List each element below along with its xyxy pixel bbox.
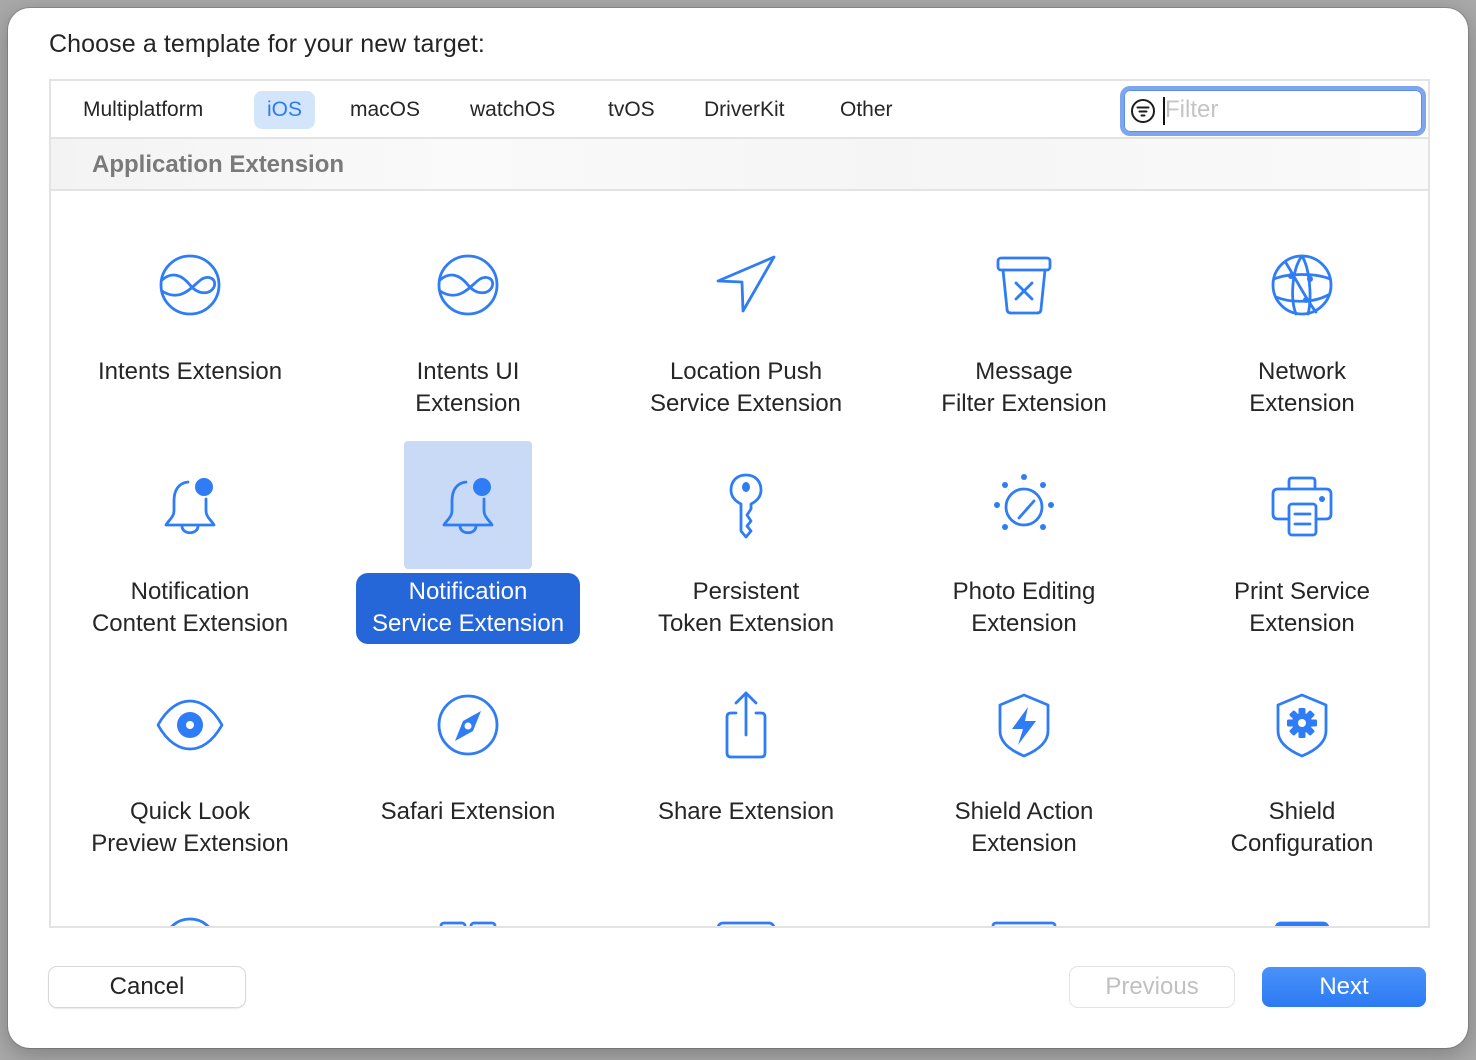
template-label: Notification Content Extension bbox=[91, 578, 289, 637]
template-print-service-extension[interactable]: Print Service Extension bbox=[1163, 441, 1428, 661]
template-label: Print Service Extension bbox=[1233, 578, 1371, 637]
template-label: Message Filter Extension bbox=[941, 358, 1107, 417]
shield-bolt-icon bbox=[998, 693, 1050, 758]
template-intents-ui-extension[interactable]: Intents UI Extension bbox=[329, 221, 607, 441]
template-label: Photo Editing Extension bbox=[952, 578, 1096, 637]
filter-input[interactable] bbox=[1165, 93, 1405, 127]
compass-icon bbox=[437, 694, 499, 756]
template-chooser-dialog: Choose a template for your new target: M… bbox=[8, 8, 1468, 1048]
template-partial-4[interactable] bbox=[885, 881, 1163, 926]
template-label: Persistent Token Extension bbox=[657, 578, 835, 637]
tab-macos[interactable]: macOS bbox=[337, 91, 433, 129]
template-notification-service-extension[interactable]: Notification Service Extension bbox=[329, 441, 607, 661]
previous-button[interactable]: Previous bbox=[1070, 967, 1234, 1007]
tab-watchos[interactable]: watchOS bbox=[457, 91, 568, 129]
message-filter-icon bbox=[996, 256, 1052, 315]
template-partial-5[interactable] bbox=[1163, 881, 1428, 926]
section-title: Application Extension bbox=[92, 151, 345, 178]
partial-template-icon-2 bbox=[439, 921, 497, 926]
share-icon bbox=[725, 691, 767, 759]
tab-other[interactable]: Other bbox=[827, 91, 906, 129]
platform-tab-bar: Multiplatform iOS macOS watchOS tvOS Dri… bbox=[51, 81, 1428, 139]
filter-field[interactable] bbox=[1120, 86, 1426, 136]
filter-circle-icon bbox=[1131, 99, 1155, 123]
template-label: Safari Extension bbox=[380, 798, 556, 825]
cancel-button[interactable]: Cancel bbox=[49, 967, 245, 1007]
template-photo-editing-extension[interactable]: Photo Editing Extension bbox=[885, 441, 1163, 661]
shield-gear-icon bbox=[1276, 693, 1328, 758]
network-globe-icon bbox=[1271, 254, 1333, 316]
template-location-push-service-extension[interactable]: Location Push Service Extension bbox=[607, 221, 885, 441]
notification-bell-icon bbox=[164, 478, 216, 535]
template-intents-extension[interactable]: Intents Extension bbox=[51, 221, 329, 441]
template-partial-2[interactable] bbox=[329, 881, 607, 926]
template-notification-content-extension[interactable]: Notification Content Extension bbox=[51, 441, 329, 661]
template-label: Intents UI Extension bbox=[415, 358, 521, 417]
template-persistent-token-extension[interactable]: Persistent Token Extension bbox=[607, 441, 885, 661]
key-icon bbox=[729, 473, 763, 539]
template-shield-action-extension[interactable]: Shield Action Extension bbox=[885, 661, 1163, 881]
template-share-extension[interactable]: Share Extension bbox=[607, 661, 885, 881]
photo-editing-dial-icon bbox=[994, 474, 1054, 530]
tab-tvos[interactable]: tvOS bbox=[595, 91, 668, 129]
template-label: Shield Configuration bbox=[1230, 798, 1374, 857]
tab-ios[interactable]: iOS bbox=[254, 91, 316, 129]
template-quick-look-preview-extension[interactable]: Quick Look Preview Extension bbox=[51, 661, 329, 881]
intents-icon bbox=[437, 254, 499, 316]
partial-template-icon-3 bbox=[716, 921, 776, 926]
notification-bell-icon bbox=[442, 478, 494, 535]
partial-template-icon-1 bbox=[170, 917, 210, 926]
partial-template-icon-5 bbox=[1274, 921, 1330, 926]
dialog-title: Choose a template for your new target: bbox=[49, 30, 485, 58]
template-label: Network Extension bbox=[1249, 358, 1355, 417]
partial-template-icon-4 bbox=[991, 921, 1057, 926]
printer-icon bbox=[1271, 476, 1333, 537]
template-label: Shield Action Extension bbox=[954, 798, 1094, 857]
template-partial-1[interactable] bbox=[51, 881, 329, 926]
template-label: Intents Extension bbox=[97, 358, 283, 385]
template-label: Quick Look Preview Extension bbox=[91, 798, 289, 857]
template-label: Location Push Service Extension bbox=[649, 358, 843, 417]
template-label-selected: Notification Service Extension bbox=[355, 573, 581, 644]
next-button[interactable]: Next bbox=[1262, 967, 1426, 1007]
tab-multiplatform[interactable]: Multiplatform bbox=[70, 91, 216, 129]
template-partial-3[interactable] bbox=[607, 881, 885, 926]
location-arrow-icon bbox=[716, 255, 776, 313]
template-network-extension[interactable]: Network Extension bbox=[1163, 221, 1428, 441]
eye-icon bbox=[156, 699, 224, 751]
template-grid: Intents Extension Intents UI Extension L… bbox=[51, 191, 1428, 926]
template-safari-extension[interactable]: Safari Extension bbox=[329, 661, 607, 881]
template-label: Share Extension bbox=[657, 798, 835, 825]
template-shield-configuration[interactable]: Shield Configuration bbox=[1163, 661, 1428, 881]
template-message-filter-extension[interactable]: Message Filter Extension bbox=[885, 221, 1163, 441]
intents-icon bbox=[159, 254, 221, 316]
section-header: Application Extension bbox=[51, 139, 1428, 191]
tab-driverkit[interactable]: DriverKit bbox=[691, 91, 798, 129]
template-panel: Multiplatform iOS macOS watchOS tvOS Dri… bbox=[49, 79, 1430, 928]
